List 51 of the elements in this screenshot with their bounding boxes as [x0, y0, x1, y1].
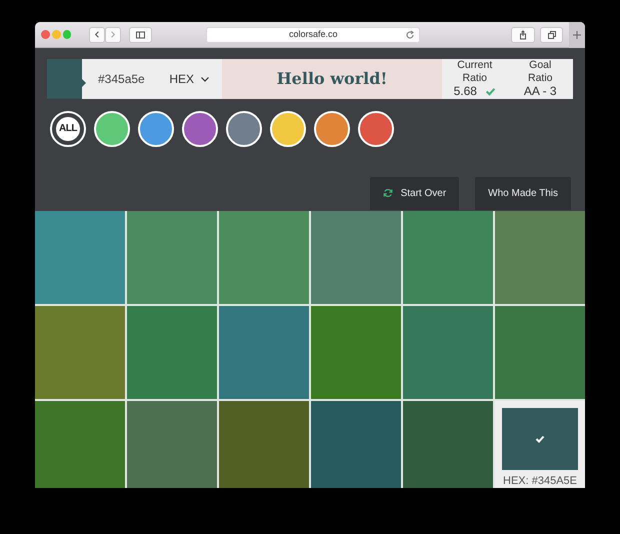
- color-filter-button[interactable]: [270, 110, 306, 147]
- color-swatch[interactable]: [311, 400, 401, 488]
- tabs-icon: [546, 30, 557, 40]
- hex-field[interactable]: #345a5e: [98, 70, 170, 88]
- color-swatch[interactable]: [403, 210, 493, 304]
- sidebar-icon: [134, 30, 146, 40]
- selected-swatch[interactable]: HEX: #345A5E: [495, 400, 585, 488]
- ratio-label: Goal Ratio: [526, 59, 554, 84]
- color-swatch[interactable]: [127, 306, 217, 399]
- color-filter-button[interactable]: [226, 110, 262, 147]
- color-swatch[interactable]: [127, 210, 217, 304]
- ratio-value: AA - 3: [524, 84, 557, 99]
- color-swatch[interactable]: [403, 306, 493, 399]
- about-button[interactable]: Who Made This: [475, 176, 571, 210]
- color-swatch[interactable]: [35, 306, 125, 399]
- color-swatch[interactable]: [35, 210, 125, 304]
- color-filter-button[interactable]: [358, 110, 394, 147]
- color-swatch[interactable]: [495, 306, 585, 399]
- forward-button[interactable]: [104, 26, 121, 42]
- share-icon: [518, 30, 528, 40]
- ratio-value: 5.68: [454, 84, 477, 99]
- color-swatch[interactable]: [403, 400, 493, 488]
- color-swatch[interactable]: [311, 210, 401, 304]
- plus-icon: [572, 30, 582, 40]
- preview-text: Hello world!: [276, 68, 388, 90]
- share-button[interactable]: [511, 26, 535, 42]
- color-swatch[interactable]: [127, 400, 217, 488]
- ratio-label: Current Ratio: [456, 59, 494, 84]
- color-filter-button[interactable]: [182, 110, 218, 147]
- color-swatch[interactable]: [35, 400, 125, 488]
- check-icon: [535, 434, 545, 444]
- reload-icon[interactable]: [405, 30, 416, 40]
- color-swatch[interactable]: [219, 210, 309, 304]
- start-over-button[interactable]: Start Over: [370, 176, 460, 210]
- swatch-label: HEX: #345A5E: [503, 474, 577, 488]
- color-filter-button[interactable]: [138, 110, 174, 147]
- color-swatch[interactable]: [495, 210, 585, 304]
- all-filter-button[interactable]: ALL: [50, 110, 86, 147]
- url-text: colorsafe.co: [288, 28, 338, 41]
- new-tab-button[interactable]: [569, 22, 585, 48]
- color-swatch[interactable]: [219, 400, 309, 488]
- color-swatch[interactable]: [219, 306, 309, 399]
- color-filter-button[interactable]: [314, 110, 350, 147]
- back-button[interactable]: [89, 26, 105, 42]
- format-dropdown[interactable]: HEX: [169, 70, 210, 88]
- color-swatch[interactable]: [311, 306, 401, 399]
- tabs-button[interactable]: [540, 26, 564, 42]
- address-bar[interactable]: colorsafe.co: [206, 26, 420, 42]
- color-filter-button[interactable]: [94, 110, 130, 147]
- sidebar-button[interactable]: [128, 26, 152, 42]
- refresh-icon: [382, 188, 393, 198]
